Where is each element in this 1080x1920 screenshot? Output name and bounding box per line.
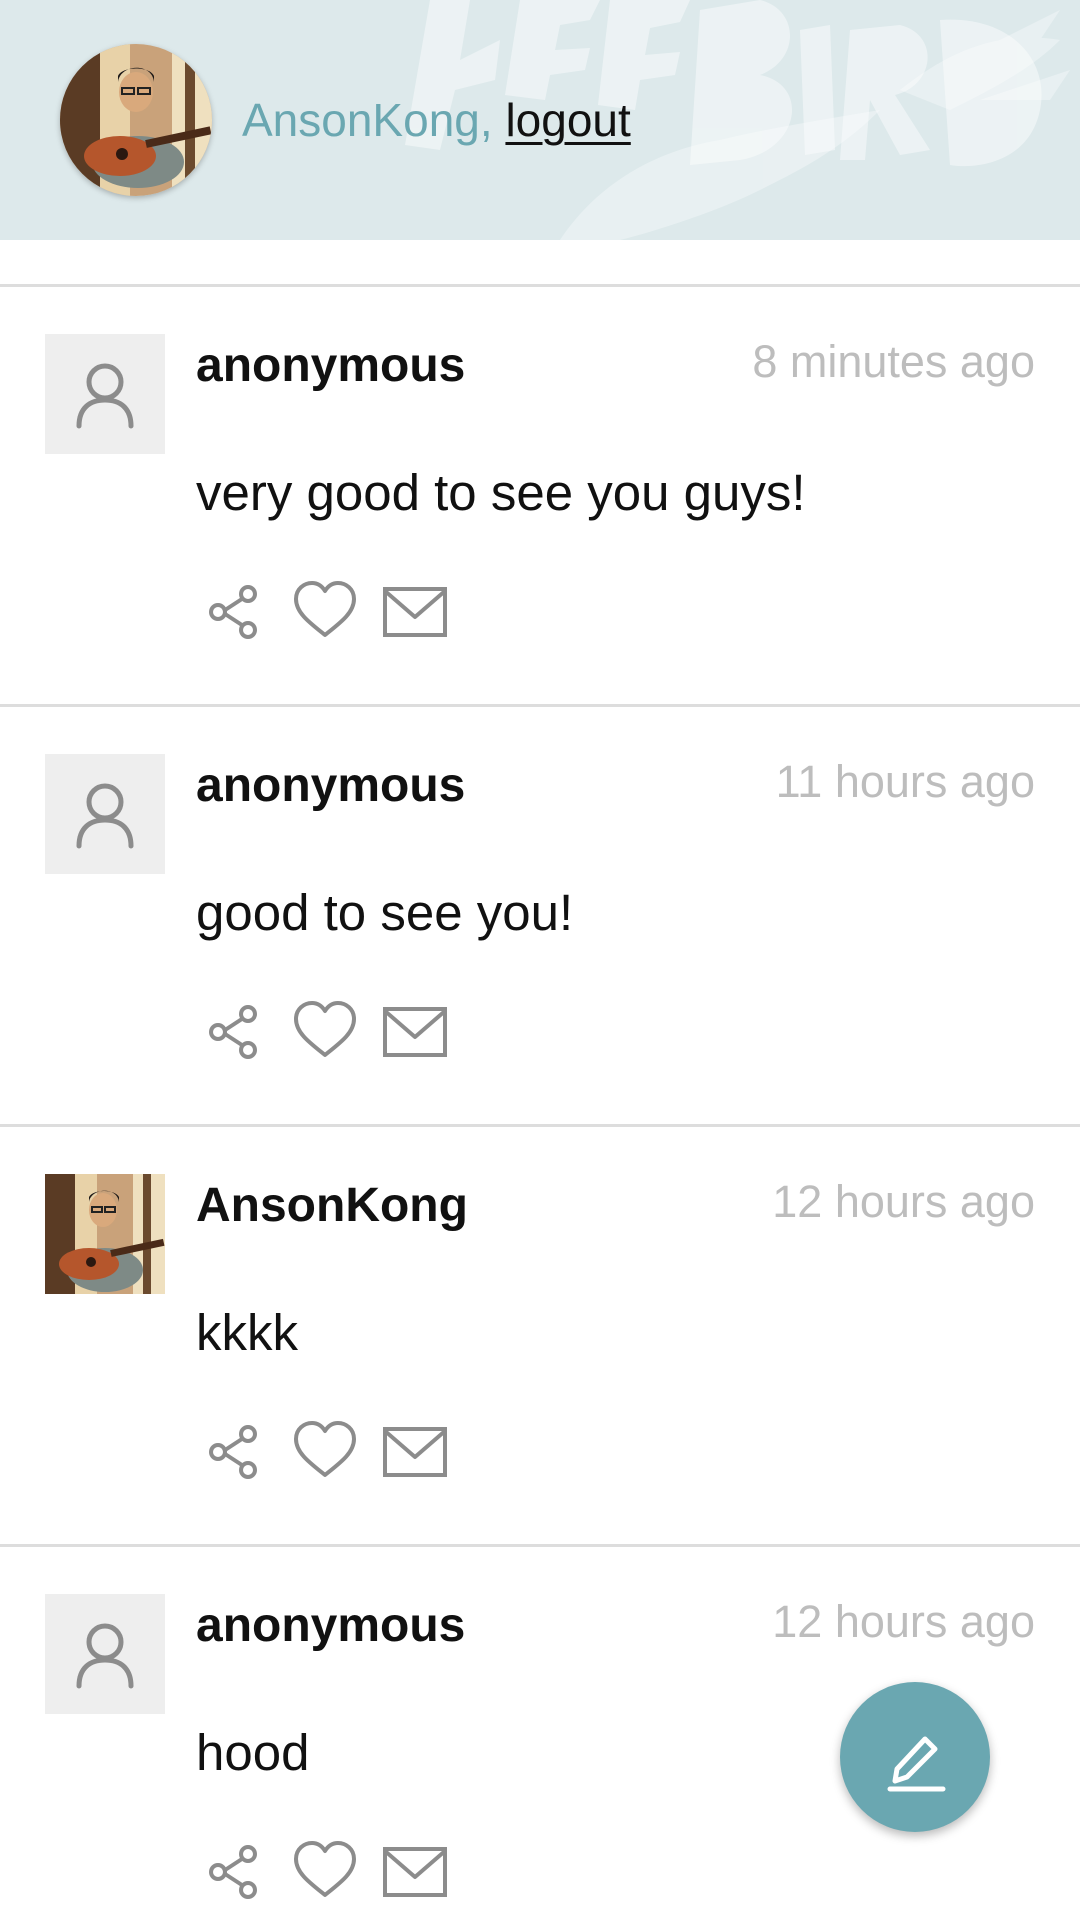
default-user-icon[interactable] (45, 334, 165, 454)
like-button[interactable] (290, 1417, 360, 1487)
post-body: kkkk (196, 1304, 298, 1361)
message-button[interactable] (380, 577, 450, 647)
post-body: hood (196, 1724, 310, 1781)
message-button[interactable] (380, 1417, 450, 1487)
post-actions (200, 997, 470, 1067)
post-actions (200, 1837, 470, 1907)
post-timestamp: 11 hours ago (775, 756, 1035, 807)
post-actions (200, 577, 470, 647)
heart-icon (294, 1001, 356, 1057)
post-actions (200, 1417, 470, 1487)
share-button[interactable] (200, 1417, 270, 1487)
heart-icon (294, 1841, 356, 1897)
default-user-icon[interactable] (45, 754, 165, 874)
share-button[interactable] (200, 577, 270, 647)
share-button[interactable] (200, 997, 270, 1067)
post-feed: anonymous 8 minutes ago very good to see… (0, 284, 1080, 1920)
like-button[interactable] (290, 577, 360, 647)
post-author[interactable]: anonymous (196, 337, 465, 395)
post-timestamp: 12 hours ago (772, 1176, 1035, 1227)
post-author[interactable]: AnsonKong (196, 1177, 468, 1235)
share-button[interactable] (200, 1837, 270, 1907)
header-user-info: AnsonKong, logout (60, 44, 631, 196)
app-header: AnsonKong, logout (0, 0, 1080, 240)
mail-icon (383, 1007, 447, 1057)
heart-icon (294, 1421, 356, 1477)
logout-link[interactable]: logout (505, 94, 630, 146)
app-screen: AnsonKong, logout anonymous 8 minutes ag… (0, 0, 1080, 1920)
compose-button[interactable] (840, 1682, 990, 1832)
post-author[interactable]: anonymous (196, 1597, 465, 1655)
user-photo-image (60, 44, 212, 196)
post-item[interactable]: anonymous 8 minutes ago very good to see… (0, 284, 1080, 704)
like-button[interactable] (290, 1837, 360, 1907)
post-item[interactable]: AnsonKong 12 hours ago kkkk (0, 1124, 1080, 1544)
post-timestamp: 12 hours ago (772, 1596, 1035, 1647)
share-icon (209, 1005, 257, 1059)
message-button[interactable] (380, 997, 450, 1067)
header-avatar[interactable] (60, 44, 212, 196)
share-icon (209, 1845, 257, 1899)
mail-icon (383, 1427, 447, 1477)
default-user-icon[interactable] (45, 1594, 165, 1714)
header-username: AnsonKong, (242, 94, 493, 146)
share-icon (209, 585, 257, 639)
heart-icon (294, 581, 356, 637)
header-greeting: AnsonKong, logout (242, 93, 631, 147)
post-timestamp: 8 minutes ago (752, 336, 1035, 387)
mail-icon (383, 587, 447, 637)
post-body: very good to see you guys! (196, 464, 806, 521)
message-button[interactable] (380, 1837, 450, 1907)
post-author[interactable]: anonymous (196, 757, 465, 815)
like-button[interactable] (290, 997, 360, 1067)
post-body: good to see you! (196, 884, 574, 941)
header-spacer (0, 240, 1080, 284)
user-photo[interactable] (45, 1174, 165, 1294)
pencil-icon (887, 1736, 946, 1792)
share-icon (209, 1425, 257, 1479)
post-item[interactable]: anonymous 11 hours ago good to see you! (0, 704, 1080, 1124)
mail-icon (383, 1847, 447, 1897)
